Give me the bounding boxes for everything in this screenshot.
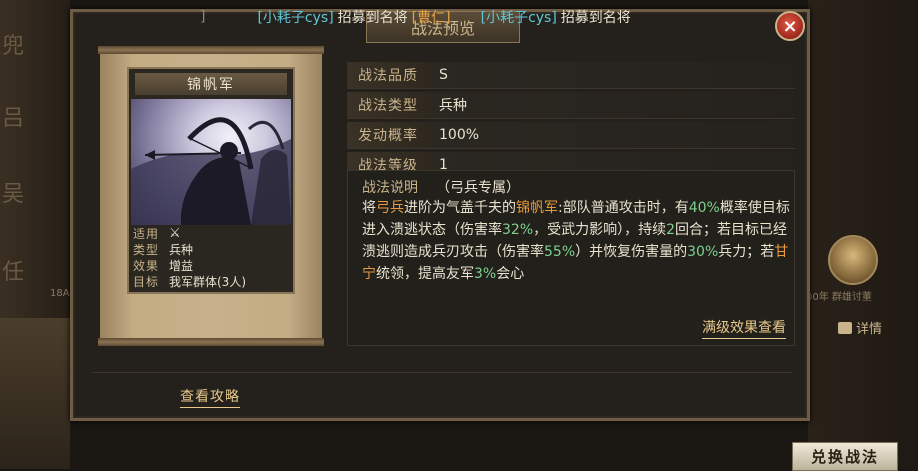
announcement-ticker: ] [小耗子cys] 招募到名将 [曹仁] [小耗子cys] 招募到名将 [200, 7, 631, 27]
ticker-username: [小耗子cys] [480, 10, 557, 26]
desc-highlight: 3% [474, 266, 497, 282]
detail-label: 详情 [856, 322, 883, 337]
desc-highlight: 锦帆军 [516, 200, 558, 216]
tactic-name: 锦帆军 [135, 73, 287, 95]
ticker-hero: [曹仁] [411, 10, 451, 26]
crossed-weapons-icon: ⚔ [169, 225, 181, 241]
scroll-rod [98, 338, 324, 346]
restriction-tag: （弓兵专属） [436, 180, 520, 196]
tactic-card: 锦帆军 适用 ⚔ 类型 兵种 效果 增益 目标 我军群体(3人) [127, 67, 295, 294]
event-caption: 00年 群雄讨董 [806, 292, 872, 303]
attribute-row-quality: 战法品质 S [347, 62, 795, 89]
card-info-value: 兵种 [169, 242, 194, 257]
card-info-row: 效果 增益 [133, 257, 291, 273]
tactic-description: 战法说明 （弓兵专属） 将弓兵进阶为气盖千夫的锦帆军:部队普通攻击时，有40%概… [347, 170, 795, 346]
detail-link[interactable]: 详情 [838, 318, 882, 337]
attribute-key: 发动概率 [347, 122, 429, 148]
tactic-card-info: 适用 ⚔ 类型 兵种 效果 增益 目标 我军群体(3人) [133, 225, 291, 289]
attribute-value: S [439, 67, 448, 83]
description-header: 战法说明 （弓兵专属） [362, 177, 520, 197]
desc-highlight: 30% [687, 244, 719, 260]
tactic-attributes: 战法品质 S 战法类型 兵种 发动概率 100% 战法等级 1 [347, 62, 795, 182]
attribute-key: 战法品质 [347, 62, 429, 88]
desc-highlight: 32% [502, 222, 534, 238]
desc-highlight: 40% [688, 200, 720, 216]
archer-artwork [131, 99, 291, 225]
attribute-row-type: 战法类型 兵种 [347, 92, 795, 119]
attribute-value: 100% [439, 127, 480, 143]
close-icon: × [782, 15, 798, 37]
scroll-rod [98, 46, 324, 54]
description-label: 战法说明 [362, 180, 418, 196]
card-info-key: 效果 [133, 258, 160, 273]
desc-text: 会心 [496, 266, 525, 282]
card-info-key: 类型 [133, 242, 160, 257]
card-info-key: 适用 [133, 226, 160, 241]
chat-icon [838, 321, 852, 334]
desc-text: 进阶为气盖千夫的 [404, 200, 516, 216]
card-info-row: 适用 ⚔ [133, 225, 291, 241]
desc-highlight: 2 [666, 222, 676, 238]
ticker-fragment: ] [200, 9, 206, 25]
description-text: 将弓兵进阶为气盖千夫的锦帆军:部队普通攻击时，有40%概率使目标进入溃逃状态（伤… [362, 197, 792, 285]
attribute-row-probability: 发动概率 100% [347, 122, 795, 149]
desc-text: ）并恢复伤害量的 [575, 244, 688, 260]
background-scene [0, 318, 70, 469]
card-info-key: 目标 [133, 274, 160, 289]
desc-text: ，受武力影响），持续 [533, 222, 667, 238]
desc-text: 将 [362, 200, 376, 216]
close-button[interactable]: × [775, 11, 805, 41]
full-effect-link[interactable]: 满级效果查看 [702, 317, 786, 339]
card-info-value: 我军群体(3人) [169, 274, 246, 289]
desc-highlight: 55% [544, 244, 576, 260]
divider [92, 372, 792, 373]
desc-highlight: 弓兵 [376, 200, 404, 216]
background-glyph: 兜 [2, 34, 25, 59]
desc-text: 兵力；若 [718, 244, 775, 260]
ticker-action: 招募到名将 [560, 10, 631, 26]
background-glyph: 吴 [2, 182, 25, 207]
hero-avatar[interactable] [828, 235, 878, 285]
attribute-value: 兵种 [439, 98, 467, 114]
ticker-action: 招募到名将 [337, 10, 408, 26]
view-guide-link[interactable]: 查看攻略 [180, 386, 240, 408]
background-glyph: 任 [2, 260, 25, 285]
card-info-row: 目标 我军群体(3人) [133, 273, 291, 289]
desc-text: :部队普通攻击时，有 [558, 200, 689, 216]
background-glyph: 吕 [2, 106, 25, 131]
exchange-tactic-button[interactable]: 兑换战法 [792, 442, 898, 471]
ticker-username: [小耗子cys] [257, 10, 334, 26]
desc-text: 统领，提高友军 [376, 266, 474, 282]
background-right-panel [808, 0, 918, 469]
attribute-key: 战法类型 [347, 92, 429, 118]
background-number: 18A [50, 288, 70, 299]
card-info-row: 类型 兵种 [133, 241, 291, 257]
card-info-value: 增益 [169, 258, 194, 273]
